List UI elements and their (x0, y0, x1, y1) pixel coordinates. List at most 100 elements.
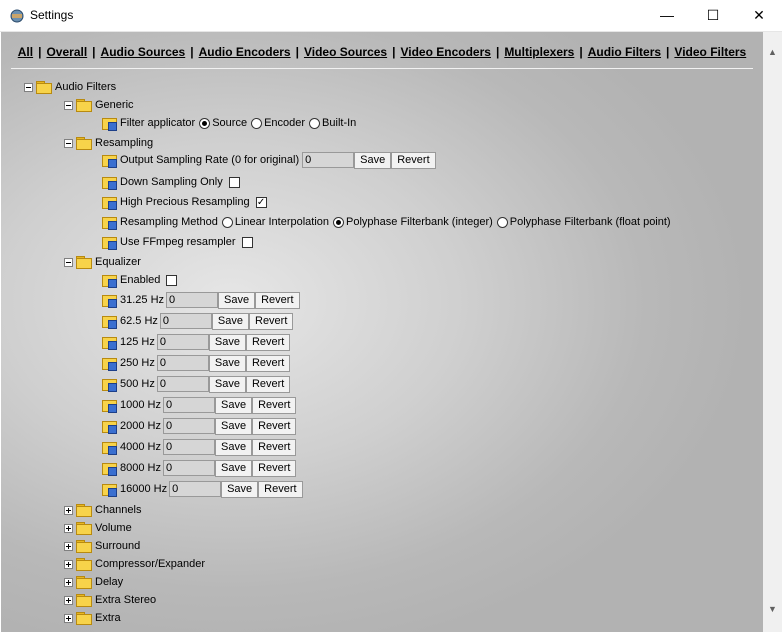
setting-label: Down Sampling Only (120, 176, 223, 188)
nav-overall[interactable]: Overall (46, 45, 87, 59)
tree-node-resampling[interactable]: Resampling (64, 134, 153, 152)
eq-band-input[interactable]: 0 (156, 334, 209, 350)
folder-icon (76, 540, 92, 553)
radio-linear-interpolation[interactable] (221, 216, 233, 228)
save-button[interactable]: Save (218, 291, 256, 309)
tree-node-surround[interactable]: Surround (64, 537, 140, 555)
expand-icon[interactable] (64, 523, 73, 533)
save-button[interactable]: Save (214, 438, 253, 456)
tree-node-generic[interactable]: Generic (64, 96, 134, 114)
eq-band-row: 125 Hz 0 Save Revert (102, 333, 291, 351)
setting-use-ffmpeg-resampler: Use FFmpeg resampler (102, 233, 253, 251)
nav-video-filters[interactable]: Video Filters (674, 45, 746, 59)
eq-band-label: 250 Hz (120, 357, 155, 369)
folder-icon (76, 99, 92, 112)
tree-node-extra[interactable]: Extra (64, 609, 121, 627)
save-button[interactable]: Save (211, 312, 249, 330)
eq-band-row: 2000 Hz 0 Save Revert (102, 417, 297, 435)
radio-polyphase-integer[interactable] (333, 216, 345, 228)
expand-icon[interactable] (64, 595, 73, 605)
tree-node-extra-stereo[interactable]: Extra Stereo (64, 591, 156, 609)
tree-node-equalizer[interactable]: Equalizer (64, 253, 141, 271)
expand-icon[interactable] (64, 559, 73, 569)
eq-band-input[interactable]: 0 (162, 418, 215, 434)
down-sampling-checkbox[interactable] (228, 176, 240, 188)
nav-audio-sources[interactable]: Audio Sources (101, 45, 186, 59)
eq-band-row: 4000 Hz 0 Save Revert (102, 438, 297, 456)
nav-all[interactable]: All (18, 45, 33, 59)
nav-video-encoders[interactable]: Video Encoders (400, 45, 490, 59)
revert-button[interactable]: Revert (245, 333, 291, 351)
tree-node-delay[interactable]: Delay (64, 573, 123, 591)
nav-audio-filters[interactable]: Audio Filters (588, 45, 661, 59)
scroll-down-icon[interactable]: ▼ (763, 601, 782, 618)
ffmpeg-checkbox[interactable] (241, 236, 253, 248)
revert-button[interactable]: Revert (252, 417, 297, 435)
eq-band-row: 8000 Hz 0 Save Revert (102, 459, 297, 477)
eq-band-input[interactable]: 0 (162, 397, 215, 413)
collapse-icon[interactable] (64, 257, 73, 267)
eq-band-input[interactable]: 0 (156, 355, 209, 371)
revert-button[interactable]: Revert (249, 312, 294, 330)
revert-button[interactable]: Revert (252, 438, 297, 456)
scroll-up-icon[interactable]: ▲ (763, 44, 782, 61)
equalizer-enabled-checkbox[interactable] (166, 274, 178, 286)
eq-band-input[interactable]: 0 (162, 439, 215, 455)
save-button[interactable]: Save (214, 417, 253, 435)
eq-band-input[interactable]: 0 (162, 460, 215, 476)
tree-node-compressor-expander[interactable]: Compressor/Expander (64, 555, 205, 573)
revert-button[interactable]: Revert (245, 354, 291, 372)
close-button[interactable]: ✕ (736, 0, 782, 31)
expand-icon[interactable] (64, 541, 73, 551)
radio-encoder[interactable] (251, 117, 263, 129)
revert-button[interactable]: Revert (245, 375, 291, 393)
revert-button[interactable]: Revert (252, 396, 297, 414)
expand-icon[interactable] (64, 505, 73, 515)
save-button[interactable]: Save (208, 354, 246, 372)
eq-band-label: 62.5 Hz (120, 315, 158, 327)
collapse-icon[interactable] (24, 82, 33, 92)
save-button[interactable]: Save (354, 151, 392, 169)
tree-node-audio-filters[interactable]: Audio Filters (24, 78, 116, 96)
nav-multiplexers[interactable]: Multiplexers (504, 45, 574, 59)
revert-button[interactable]: Revert (255, 291, 300, 309)
radio-label: Built-In (322, 117, 357, 129)
save-button[interactable]: Save (214, 396, 253, 414)
radio-polyphase-float[interactable] (496, 216, 508, 228)
output-rate-input[interactable]: 0 (302, 152, 355, 168)
revert-button[interactable]: Revert (391, 151, 436, 169)
radio-source[interactable] (199, 117, 211, 129)
setting-label: Output Sampling Rate (0 for original) (120, 154, 300, 166)
eq-band-input[interactable]: 0 (166, 292, 219, 308)
maximize-button[interactable]: ☐ (690, 0, 736, 31)
minimize-button[interactable]: — (644, 0, 690, 31)
setting-equalizer-enabled: Enabled (102, 271, 178, 289)
save-button[interactable]: Save (208, 375, 246, 393)
radio-built-in[interactable] (309, 117, 321, 129)
save-button[interactable]: Save (221, 480, 259, 498)
eq-band-input[interactable]: 0 (169, 481, 222, 497)
expand-icon[interactable] (64, 613, 73, 623)
save-button[interactable]: Save (208, 333, 246, 351)
window-title: Settings (30, 8, 74, 22)
high-precious-checkbox[interactable]: ✓ (255, 196, 267, 208)
expand-icon[interactable] (64, 577, 73, 587)
revert-button[interactable]: Revert (258, 480, 303, 498)
eq-band-label: 125 Hz (120, 336, 155, 348)
tree-node-volume[interactable]: Volume (64, 519, 132, 537)
collapse-icon[interactable] (64, 138, 73, 148)
vertical-scrollbar[interactable]: ▲ ▼ (763, 32, 782, 632)
eq-band-input[interactable]: 0 (156, 376, 209, 392)
folder-icon (76, 522, 92, 535)
eq-band-row: 16000 Hz 0 Save Revert (102, 480, 303, 498)
eq-band-input[interactable]: 0 (159, 313, 212, 329)
nav-video-sources[interactable]: Video Sources (304, 45, 387, 59)
setting-icon (102, 398, 118, 413)
tree-node-channels[interactable]: Channels (64, 501, 141, 519)
revert-button[interactable]: Revert (252, 459, 297, 477)
nav-separator: | (38, 45, 42, 59)
save-button[interactable]: Save (214, 459, 253, 477)
setting-icon (102, 335, 118, 350)
collapse-icon[interactable] (64, 100, 73, 110)
nav-audio-encoders[interactable]: Audio Encoders (199, 45, 291, 59)
